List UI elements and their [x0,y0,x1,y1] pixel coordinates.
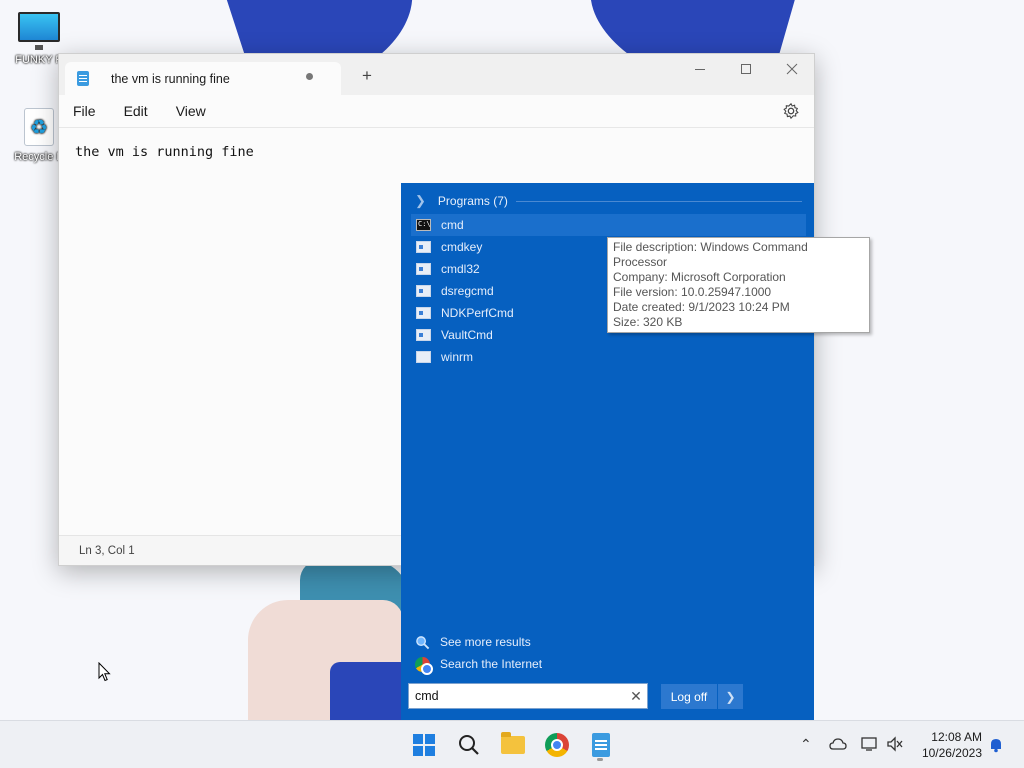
program-name: VaultCmd [441,328,493,342]
exe-icon [416,241,431,253]
program-name: cmd [441,218,464,232]
taskbar-clock[interactable]: 12:08 AM 10/26/2023 [922,729,982,761]
clock-time: 12:08 AM [931,730,982,744]
search-internet-link[interactable]: Search the Internet [415,654,543,675]
start-icon [413,734,435,756]
search-box: ✕ [408,683,648,709]
cursor-position: Ln 3, Col 1 [79,544,135,557]
new-tab-button[interactable]: + [362,67,372,84]
search-icon [416,635,430,649]
unsaved-dot-icon[interactable] [306,73,313,80]
header-divider [515,200,802,202]
menu-view[interactable]: View [176,103,206,119]
script-icon [416,351,431,363]
taskbar-notepad[interactable] [586,730,616,760]
mouse-cursor-icon [98,662,111,682]
notification-bell-icon[interactable] [988,737,1004,753]
notepad-titlebar[interactable]: the vm is running fine + [59,54,814,95]
volume-muted-icon[interactable] [886,736,904,752]
wallpaper-sleeve [330,662,402,720]
settings-gear-icon[interactable] [782,102,800,120]
taskbar: ⌃ 12:08 AM 10/26/2023 [0,720,1024,768]
tooltip-company: Company: Microsoft Corporation [613,270,786,284]
notepad-icon [592,733,610,757]
recycle-bin-icon: ♻ [24,108,54,146]
maximize-icon [741,64,751,74]
program-name: cmdkey [441,240,483,254]
close-icon [786,63,798,75]
network-icon[interactable] [860,736,878,752]
cmd-icon [416,219,431,231]
minimize-button[interactable] [677,54,723,84]
taskbar-chrome[interactable] [542,730,572,760]
exe-icon [416,285,431,297]
programs-header-label: Programs (7) [437,194,508,208]
chrome-icon [545,733,569,757]
tooltip-version: File version: 10.0.25947.1000 [613,285,772,299]
logoff-control: Log off ❯ [661,684,743,709]
exe-icon [416,307,431,319]
clear-search-icon[interactable]: ✕ [625,688,647,705]
program-name: NDKPerfCmd [441,306,514,320]
taskbar-file-explorer[interactable] [498,730,528,760]
logoff-button[interactable]: Log off [661,684,717,709]
monitor-icon [18,12,60,50]
tooltip-description: File description: Windows Command Proces… [613,240,808,269]
program-name: dsregcmd [441,284,494,298]
program-item-cmd[interactable]: cmd [411,214,806,236]
program-tooltip: File description: Windows Command Proces… [607,237,870,333]
minimize-icon [695,68,705,70]
chrome-icon [415,656,433,675]
program-item-winrm[interactable]: winrm [411,346,806,368]
tooltip-size: Size: 320 KB [613,315,683,329]
file-explorer-icon [501,732,525,754]
tooltip-date: Date created: 9/1/2023 10:24 PM [613,300,790,314]
search-icon [459,735,479,755]
search-internet-label: Search the Internet [440,657,543,671]
exe-icon [416,329,431,341]
start-button[interactable] [409,730,439,760]
program-name: winrm [441,350,473,364]
show-hidden-icons-chevron-icon[interactable]: ⌃ [800,736,812,753]
close-button[interactable] [769,54,815,84]
search-input[interactable] [409,685,625,707]
see-more-results-link[interactable]: See more results [415,632,531,652]
notepad-menubar: File Edit View [59,95,814,128]
taskbar-search-button[interactable] [454,730,484,760]
notepad-icon [77,71,89,86]
clock-date: 10/26/2023 [921,746,982,760]
notepad-tab[interactable]: the vm is running fine [65,62,341,95]
chevron-right-icon: ❯ [415,193,426,208]
notepad-content: the vm is running fine [75,144,254,160]
logoff-options-arrow-icon[interactable]: ❯ [717,684,743,709]
see-more-label: See more results [440,635,531,649]
onedrive-icon[interactable] [829,737,847,753]
notepad-running-indicator [597,758,603,761]
maximize-button[interactable] [723,54,769,84]
menu-file[interactable]: File [73,103,96,119]
exe-icon [416,263,431,275]
menu-edit[interactable]: Edit [124,103,148,119]
tab-title: the vm is running fine [111,71,230,86]
program-name: cmdl32 [441,262,480,276]
programs-header[interactable]: ❯ Programs (7) [415,193,802,209]
